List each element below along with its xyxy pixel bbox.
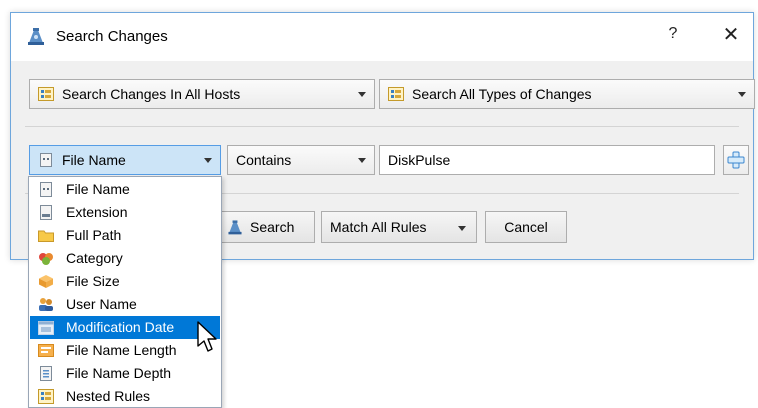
dropdown-item-extension[interactable]: Extension xyxy=(30,201,220,224)
chevron-down-icon xyxy=(458,226,466,231)
chevron-down-icon xyxy=(738,92,746,97)
match-rules-label: Match All Rules xyxy=(330,219,427,235)
field-dropdown-list: File Name Extension Full Path Category F… xyxy=(28,176,222,408)
extension-icon xyxy=(40,205,52,220)
dropdown-item-label: File Name Depth xyxy=(66,365,172,381)
dropdown-item-label: Extension xyxy=(66,204,128,220)
chevron-down-icon xyxy=(204,158,212,163)
dropdown-item-file-size[interactable]: File Size xyxy=(30,270,220,293)
date-icon xyxy=(38,321,54,335)
rule-operator-label: Contains xyxy=(236,152,292,168)
plus-icon xyxy=(727,151,745,169)
match-rules-button[interactable]: Match All Rules xyxy=(321,211,477,243)
add-rule-button[interactable] xyxy=(723,145,749,175)
file-icon xyxy=(40,182,52,197)
close-button[interactable]: ✕ xyxy=(715,19,747,51)
dropdown-item-file-name-depth[interactable]: File Name Depth xyxy=(30,362,220,385)
category-icon xyxy=(39,253,53,265)
dropdown-item-full-path[interactable]: Full Path xyxy=(30,224,220,247)
chevron-down-icon xyxy=(358,158,366,163)
dropdown-item-user-name[interactable]: User Name xyxy=(30,293,220,316)
rule-operator-combo[interactable]: Contains xyxy=(227,145,375,175)
mouse-pointer-icon xyxy=(197,321,217,352)
file-icon xyxy=(40,153,52,167)
list-icon xyxy=(388,87,404,101)
depth-icon xyxy=(40,366,52,381)
dropdown-item-file-name-length[interactable]: File Name Length xyxy=(30,339,220,362)
user-icon xyxy=(39,298,53,311)
dropdown-item-label: Nested Rules xyxy=(66,388,151,404)
hosts-combo-label: Search Changes In All Hosts xyxy=(62,86,241,102)
dropdown-item-label: Category xyxy=(66,250,123,266)
folder-icon xyxy=(38,230,54,242)
search-button-label: Search xyxy=(250,219,295,235)
rule-value-input[interactable]: DiskPulse xyxy=(379,145,715,175)
dropdown-item-label: File Name Length xyxy=(66,342,177,358)
hosts-combo[interactable]: Search Changes In All Hosts xyxy=(29,79,375,109)
length-icon xyxy=(38,344,54,357)
dropdown-item-nested-rules[interactable]: Nested Rules xyxy=(30,385,220,408)
dropdown-item-label: Modification Date xyxy=(66,319,175,335)
rule-field-label: File Name xyxy=(62,152,126,168)
rule-field-combo[interactable]: File Name xyxy=(29,145,221,175)
dropdown-item-modification-date[interactable]: Modification Date xyxy=(30,316,220,339)
title-bar: Search Changes ? ✕ xyxy=(11,13,753,61)
search-button[interactable]: Search xyxy=(217,211,315,243)
chevron-down-icon xyxy=(358,92,366,97)
dropdown-item-label: Full Path xyxy=(66,227,122,243)
dropdown-item-label: User Name xyxy=(66,296,137,312)
help-button[interactable]: ? xyxy=(663,25,683,43)
dropdown-item-file-name[interactable]: File Name xyxy=(30,178,220,201)
dialog-title: Search Changes xyxy=(56,28,168,45)
change-types-combo-label: Search All Types of Changes xyxy=(412,86,592,102)
rule-value-text: DiskPulse xyxy=(388,152,451,168)
change-types-combo[interactable]: Search All Types of Changes xyxy=(379,79,755,109)
size-icon xyxy=(39,275,53,288)
nested-rules-icon xyxy=(38,389,54,404)
dropdown-item-label: File Size xyxy=(66,273,120,289)
dropdown-item-category[interactable]: Category xyxy=(30,247,220,270)
cancel-button[interactable]: Cancel xyxy=(485,211,567,243)
search-app-icon xyxy=(228,220,242,235)
search-app-icon xyxy=(28,28,44,45)
list-icon xyxy=(38,87,54,101)
dropdown-item-label: File Name xyxy=(66,181,130,197)
divider xyxy=(25,126,739,127)
